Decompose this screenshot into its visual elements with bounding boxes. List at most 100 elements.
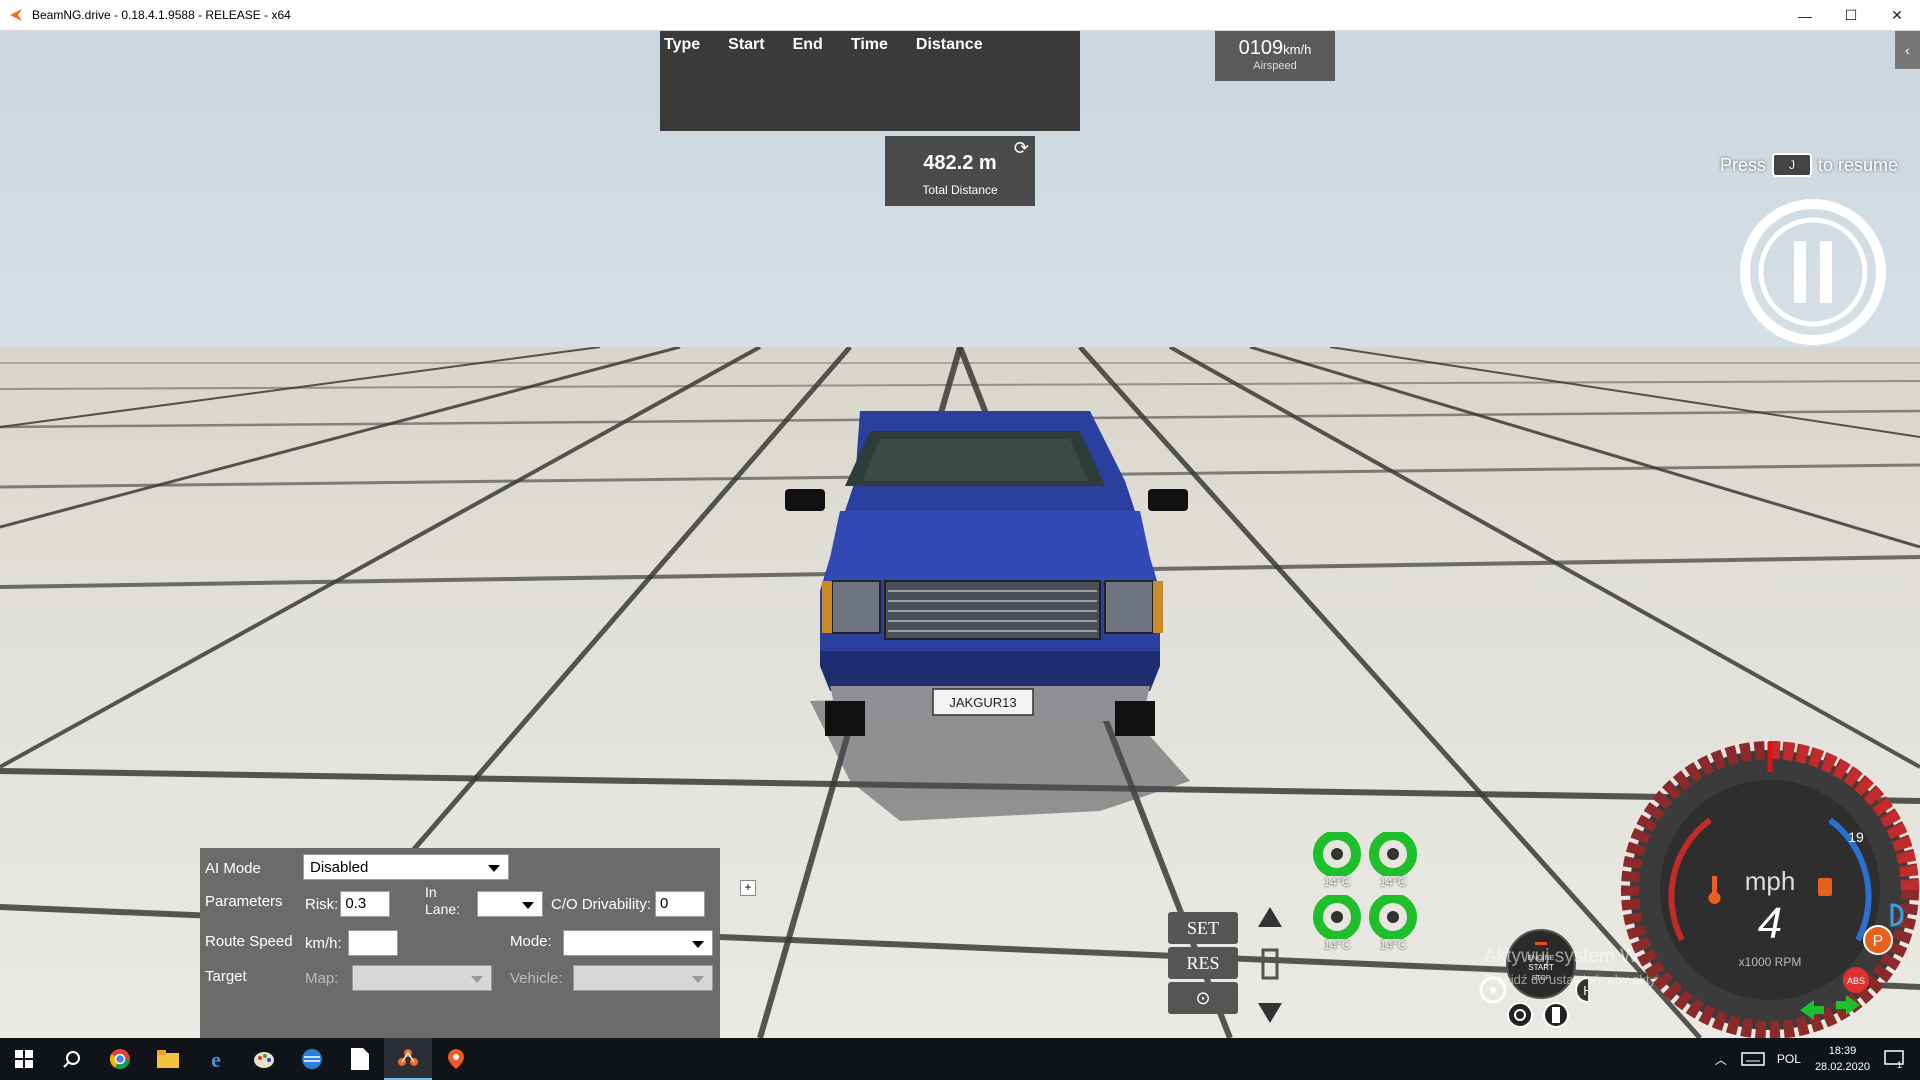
taskbar-file-explorer[interactable]	[144, 1038, 192, 1080]
drivability-input[interactable]: 0	[655, 891, 706, 917]
seat-icon[interactable]	[1543, 1002, 1569, 1028]
taskbar-edge[interactable]: e	[192, 1038, 240, 1080]
language-indicator[interactable]: POL	[1777, 1052, 1801, 1066]
handbrake-icon[interactable]: H	[1575, 977, 1588, 1003]
airspeed-value: 0109	[1238, 37, 1284, 59]
keyboard-key-icon: J	[1772, 153, 1813, 177]
column-end: End	[792, 36, 823, 53]
map-label: Map:	[305, 970, 339, 987]
cruise-control: SET RES ⊙	[1168, 912, 1240, 1020]
cruise-set-button[interactable]: SET	[1168, 912, 1238, 944]
arrow-up-icon[interactable]	[1258, 907, 1282, 927]
edge-icon: e	[211, 1048, 221, 1070]
system-tray: ︿ POL 18:39 28.02.2020 1	[1715, 1038, 1920, 1080]
pickup-truck[interactable]: JAKGUR13	[770, 401, 1210, 831]
risk-label: Risk:	[305, 895, 339, 913]
windows-logo-icon	[15, 1050, 33, 1068]
risk-value: 0.3	[345, 895, 367, 912]
abs-icon: ABS	[1843, 967, 1869, 993]
chevron-down-icon	[522, 902, 534, 909]
steering-wheel-icon[interactable]	[1479, 976, 1507, 1004]
rpm-label: x1000 RPM	[1739, 955, 1802, 969]
taskbar-app-blue[interactable]	[288, 1038, 336, 1080]
tire-icon	[1369, 830, 1417, 878]
maximize-button[interactable]: ☐	[1828, 0, 1874, 31]
distance-table-header: Type Start End Time Distance	[660, 31, 1080, 59]
chevron-down-icon	[488, 865, 500, 872]
fuel-icon	[1818, 878, 1832, 896]
resume-hint: Press J to resume	[1720, 153, 1898, 177]
chevron-down-icon	[471, 976, 483, 983]
notification-icon[interactable]: 1	[1884, 1050, 1904, 1068]
airspeed-label: Airspeed	[1253, 60, 1297, 72]
risk-input[interactable]: 0.3	[340, 891, 391, 917]
ai-mode-select[interactable]: Disabled	[303, 854, 509, 880]
svg-text:1: 1	[1897, 1060, 1902, 1068]
tire-temperatures: 14°C 14°C 14°C 14°C	[1310, 830, 1430, 962]
expand-panel-button[interactable]: +	[740, 880, 756, 896]
start-button[interactable]	[0, 1038, 48, 1080]
resume-press-label: Press	[1720, 154, 1767, 175]
close-button[interactable]: ✕	[1874, 0, 1920, 31]
svg-text:e: e	[211, 1048, 221, 1070]
vehicle-select[interactable]	[573, 965, 713, 991]
route-speed-input[interactable]	[347, 930, 398, 956]
vehicle-label: Vehicle:	[510, 970, 563, 987]
refresh-icon[interactable]: ⟳	[1014, 138, 1029, 159]
mode-select[interactable]	[563, 930, 713, 956]
minimize-button[interactable]: —	[1782, 0, 1828, 31]
taskbar-chrome[interactable]	[96, 1038, 144, 1080]
title-bar: BeamNG.drive - 0.18.4.1.9588 - RELEASE -…	[0, 0, 1920, 31]
search-icon	[63, 1051, 80, 1068]
column-distance: Distance	[915, 36, 983, 53]
license-plate-text: JAKGUR13	[949, 695, 1016, 710]
keyboard-icon[interactable]	[1741, 1052, 1765, 1066]
column-time: Time	[850, 36, 888, 53]
tire-icon	[1313, 830, 1361, 878]
tire-temp: 14°C	[1323, 938, 1351, 952]
chrome-icon	[109, 1049, 130, 1069]
clock[interactable]: 18:39 28.02.2020	[1815, 1043, 1870, 1075]
tire-front-right: 14°C	[1366, 830, 1420, 894]
search-button[interactable]	[48, 1038, 96, 1080]
rpm-max-label: 19	[1848, 829, 1864, 845]
taskbar-paint[interactable]	[240, 1038, 288, 1080]
svg-text:H: H	[1583, 983, 1588, 998]
parking-brake-icon[interactable]: P	[1863, 925, 1893, 955]
map-select[interactable]	[352, 965, 492, 991]
tire-rear-left: 14°C	[1310, 893, 1364, 957]
cruise-adjust	[1258, 907, 1282, 1023]
vehicle-controls-icons: H	[1479, 976, 1588, 1028]
in-lane-select[interactable]	[477, 891, 543, 917]
pause-icon[interactable]	[1738, 197, 1888, 347]
tire-icon	[1313, 893, 1361, 941]
app-globe-icon	[302, 1049, 322, 1069]
cruise-speedometer-icon[interactable]: ⊙	[1168, 982, 1238, 1014]
drivability-label: C/O Drivability:	[551, 895, 652, 913]
airspeed-readout: 0109km/h	[1215, 37, 1335, 60]
target-label: Target	[205, 968, 247, 985]
tire-temp: 14°C	[1379, 938, 1407, 952]
resume-key: J	[1789, 158, 1796, 172]
chevron-down-icon	[692, 941, 704, 948]
arrow-down-icon[interactable]	[1258, 1003, 1282, 1023]
ai-mode-value: Disabled	[310, 859, 369, 876]
taskbar-beamng[interactable]	[384, 1038, 432, 1080]
tire-temp: 14°C	[1379, 875, 1407, 889]
beamng-taskbar-icon	[398, 1049, 418, 1066]
tire-temp: 14°C	[1323, 875, 1351, 889]
wheel-icon[interactable]	[1507, 1002, 1533, 1028]
taskbar-origin[interactable]	[432, 1038, 480, 1080]
kmh-label: km/h:	[305, 934, 342, 952]
airspeed-box: 0109km/h Airspeed	[1215, 31, 1335, 81]
tire-rear-right: 14°C	[1366, 893, 1420, 957]
paint-icon	[254, 1052, 274, 1068]
window-controls: — ☐ ✕	[1782, 0, 1920, 31]
window-title: BeamNG.drive - 0.18.4.1.9588 - RELEASE -…	[32, 8, 291, 22]
tray-chevron-up-icon[interactable]: ︿	[1715, 1051, 1727, 1068]
cruise-res-button[interactable]: RES	[1168, 947, 1238, 979]
chevron-left-icon[interactable]: ‹	[1895, 31, 1920, 69]
in-lane-label-1: In	[425, 884, 437, 900]
ai-mode-label: AI Mode	[205, 860, 261, 877]
taskbar-notepad[interactable]	[336, 1038, 384, 1080]
